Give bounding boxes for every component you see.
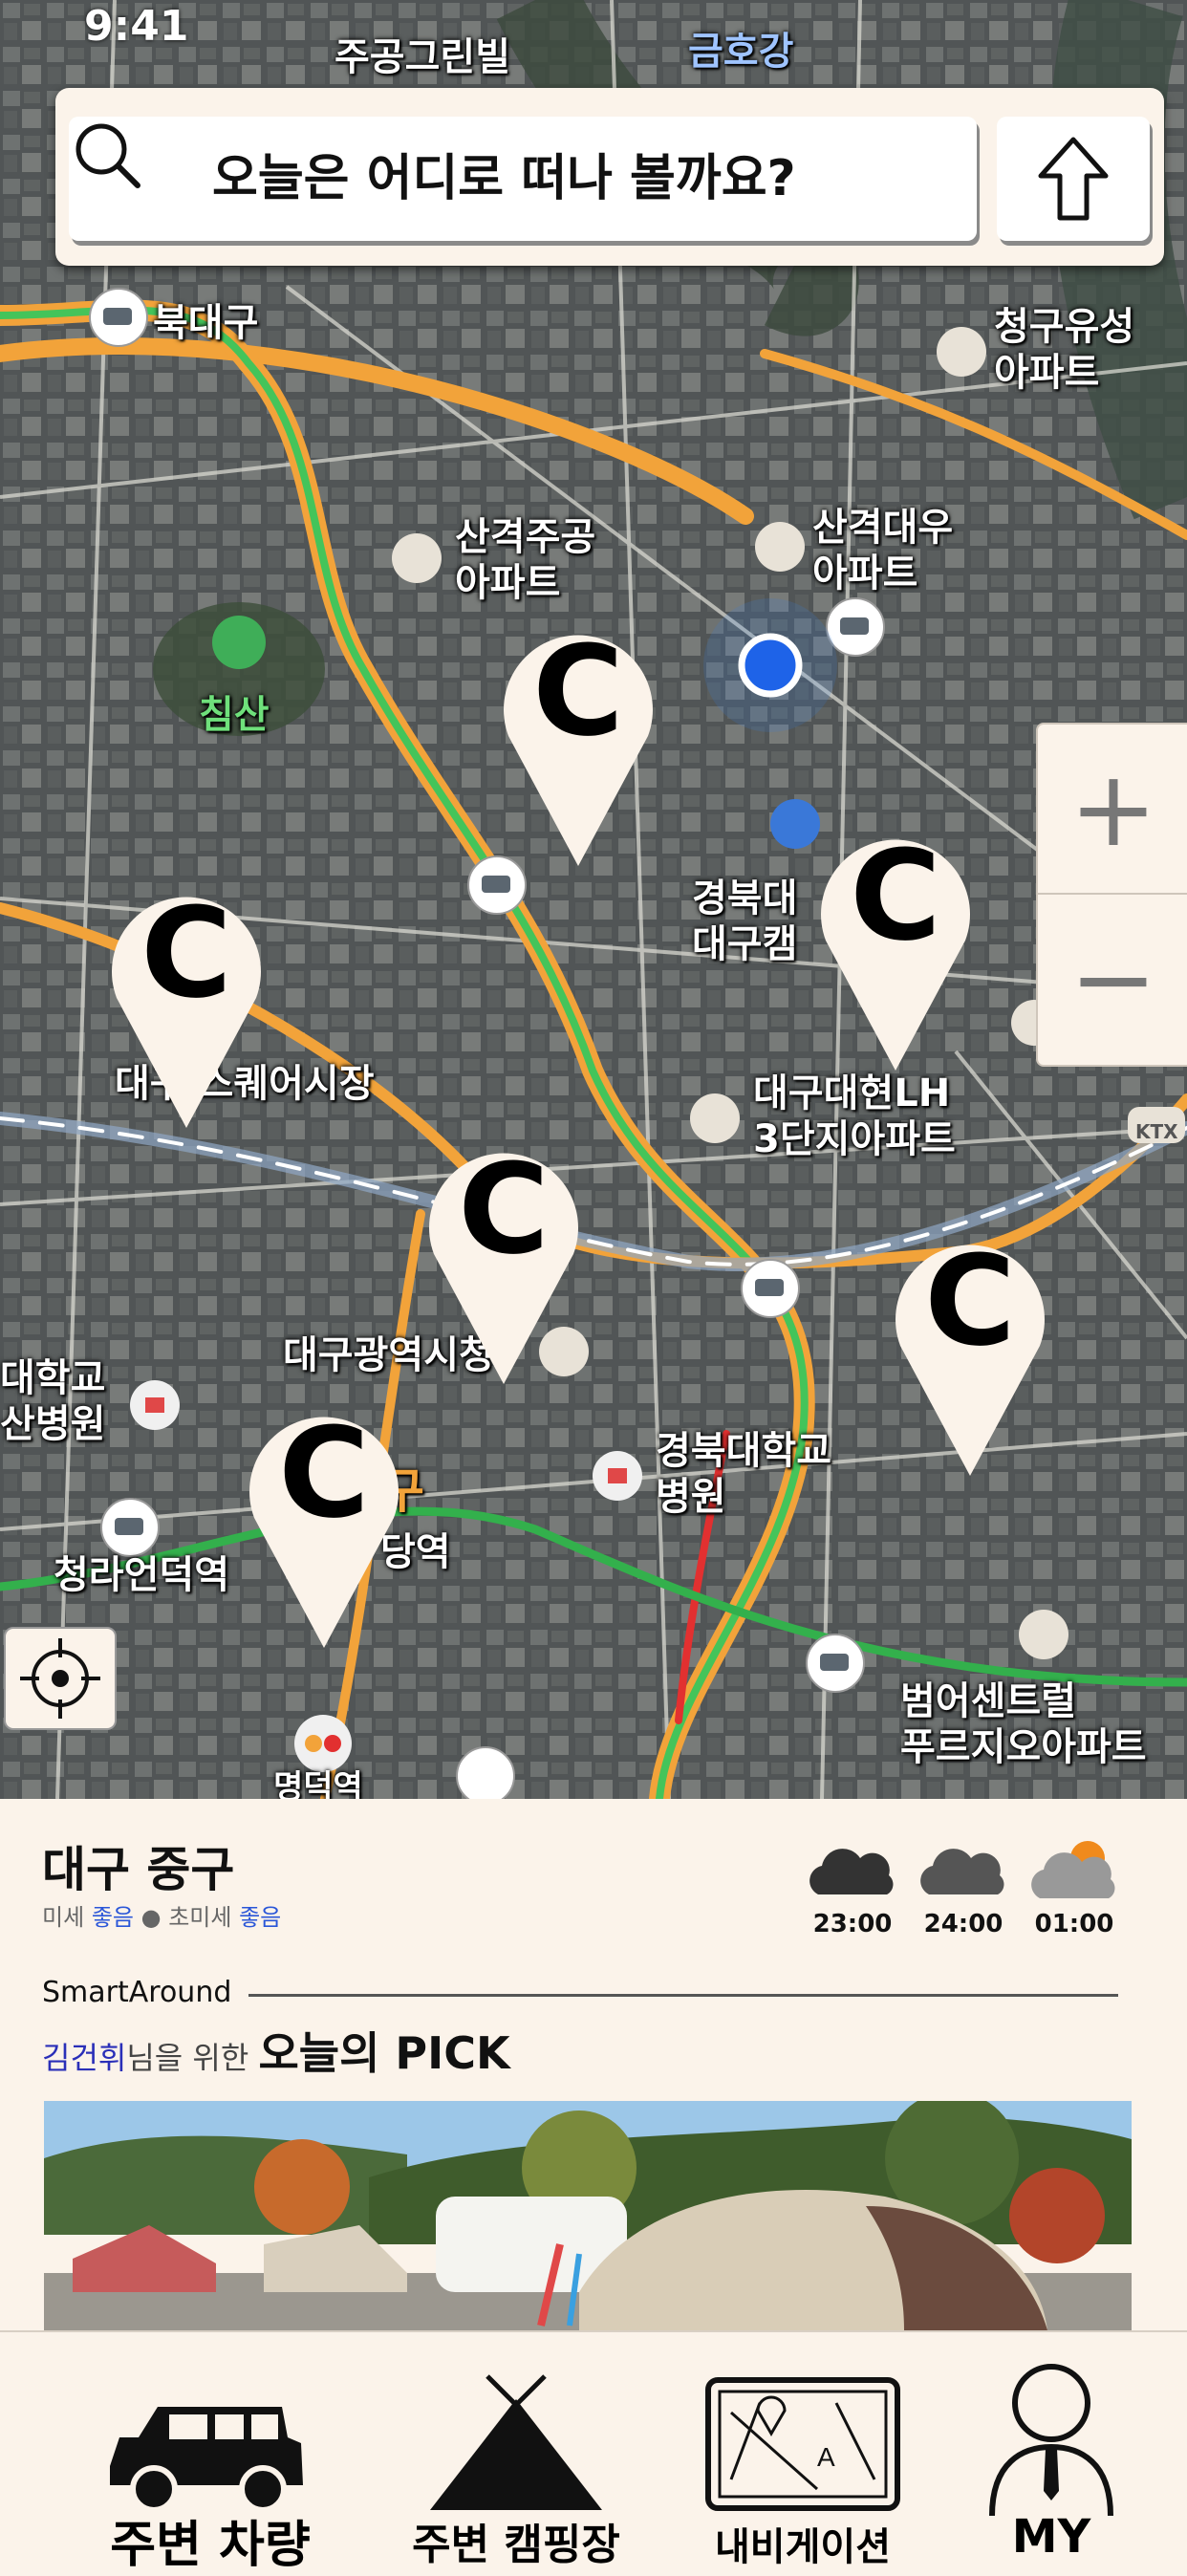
weather-forecast-item: 24:00 (916, 1837, 1011, 1942)
map-label: 산격대우 아파트 (812, 506, 954, 595)
user-profile-icon (989, 2364, 1113, 2517)
forecast-time: 01:00 (1034, 1910, 1114, 1938)
bottom-navigation: 주변 차량 주변 캠핑장 A 내비게이션 MY (0, 2330, 1187, 2574)
map-label: 주공그린빌 (335, 35, 510, 79)
info-panel: 대구 중구 미세 좋음 ● 초미세 좋음 23:00 24:00 01:00 S… (0, 1799, 1187, 2330)
map-label: 명덕역 (273, 1768, 363, 1799)
nav-label: 주변 차량 (110, 2517, 311, 2574)
search-icon (76, 123, 140, 188)
pin-letter: C (140, 880, 232, 1026)
search-input[interactable]: 오늘은 어디로 떠나 볼까요? (69, 117, 977, 241)
arrow-up-icon (1038, 137, 1109, 221)
search-placeholder: 오늘은 어디로 떠나 볼까요? (212, 150, 796, 207)
campsite-pin[interactable]: C (814, 818, 977, 1076)
nav-navigation[interactable]: A 내비게이션 (679, 2332, 927, 2571)
map-navigation-icon: A (705, 2377, 900, 2511)
forecast-time: 24:00 (923, 1910, 1004, 1938)
user-name: 김건휘 (42, 2040, 127, 2076)
map-label: 청구유성 아파트 (994, 305, 1135, 395)
map-label: 경북대 대구캠 (692, 877, 798, 966)
svg-text:A: A (817, 2442, 835, 2472)
campsite-pin[interactable]: C (105, 876, 268, 1134)
zoom-in-button[interactable]: + (1038, 725, 1187, 895)
cloud-icon (809, 1849, 894, 1894)
nav-my[interactable]: MY (956, 2332, 1147, 2571)
minus-icon: − (1068, 918, 1158, 1040)
zoom-control: + − (1036, 723, 1187, 1067)
air-quality: 미세 좋음 ● 초미세 좋음 (42, 1898, 281, 1932)
location-name: 대구 중구 (42, 1842, 235, 1897)
campsite-pin[interactable]: C (422, 1132, 585, 1390)
map-label: 대구대현LH 3단지아파트 (753, 1072, 956, 1161)
divider (248, 1994, 1118, 1997)
map-label: 청라언덕역 (54, 1553, 229, 1597)
nav-nearby-camping[interactable]: 주변 캠핑장 (382, 2332, 650, 2571)
nav-label: MY (1011, 2510, 1091, 2564)
map-label: 경북대학교 병원 (656, 1429, 831, 1519)
pin-letter: C (532, 618, 624, 764)
map-label: 북대구 (153, 301, 259, 345)
map-label-mountain: 침산 (199, 693, 270, 737)
pin-letter: C (850, 823, 941, 968)
map-label-river: 금호강 (688, 30, 794, 74)
status-time: 9:41 (84, 2, 189, 51)
scroll-up-button[interactable] (997, 117, 1150, 241)
ultrafine-dust-label: 초미세 (168, 1904, 232, 1931)
ktx-badge: KTX (1135, 1120, 1178, 1143)
map-label: 산격주공 아파트 (455, 515, 596, 605)
map-view[interactable]: 9:41 주공그린빌 금호강 북대구 청구유성 아파트 산격주공 아파트 산격대… (0, 0, 1187, 1799)
campsite-pin[interactable]: C (889, 1223, 1051, 1482)
search-bar: 오늘은 어디로 떠나 볼까요? (55, 88, 1164, 266)
ultrafine-dust-value: 좋음 (239, 1904, 282, 1931)
crosshair-icon (20, 1638, 100, 1719)
fine-dust-value: 좋음 (91, 1904, 134, 1931)
campsite-pin[interactable]: C (243, 1396, 405, 1654)
nav-nearby-vehicles[interactable]: 주변 차량 (67, 2332, 354, 2574)
current-location-button[interactable] (4, 1627, 117, 1730)
brand-label: SmartAround (42, 1976, 232, 2009)
fine-dust-label: 미세 (42, 1904, 85, 1931)
zoom-out-button[interactable]: − (1038, 895, 1187, 1063)
pin-letter: C (458, 1136, 550, 1282)
weather-forecast-item: 23:00 (805, 1837, 900, 1942)
map-label: 대학교 산병원 (0, 1356, 106, 1446)
bullet-separator: ● (140, 1904, 169, 1931)
nav-label: 내비게이션 (715, 2525, 891, 2569)
map-label: 범어센트럴 푸르지오아파트 (900, 1679, 1147, 1769)
sun-cloud-icon (1031, 1841, 1115, 1898)
weather-forecast-item: 01:00 (1026, 1837, 1122, 1942)
pin-letter: C (924, 1228, 1016, 1374)
suv-icon (110, 2407, 303, 2513)
pick-campsite-photo[interactable] (44, 2101, 1132, 2330)
pin-letter: C (278, 1400, 370, 1546)
plus-icon: + (1068, 747, 1158, 870)
for-text: 님을 위한 (126, 2040, 249, 2076)
campsite-pin[interactable]: C (497, 614, 659, 872)
pick-title: 오늘의 PICK (258, 2027, 510, 2079)
cloud-icon (920, 1849, 1004, 1894)
pick-heading: 김건휘님을 위한 오늘의 PICK (42, 2019, 510, 2082)
tent-icon (430, 2374, 602, 2510)
campsite-photo (44, 2101, 1132, 2330)
nav-label: 주변 캠핑장 (412, 2521, 620, 2569)
forecast-time: 23:00 (812, 1910, 893, 1938)
